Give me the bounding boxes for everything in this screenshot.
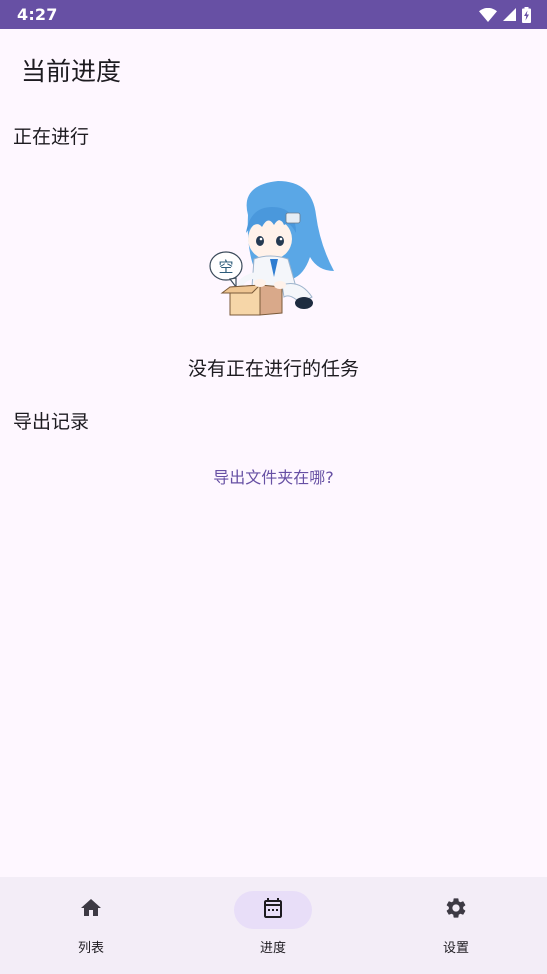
status-time: 4:27 <box>17 5 58 24</box>
bottom-navigation: 列表 进度 设置 <box>0 877 547 974</box>
status-bar: 4:27 <box>0 0 547 29</box>
battery-charging-icon <box>522 6 531 23</box>
empty-state-illustration: 空 <box>200 175 346 321</box>
nav-label-settings: 设置 <box>442 941 469 956</box>
empty-state-message: 没有正在进行的任务 <box>187 358 359 380</box>
nav-indicator <box>417 891 495 929</box>
status-icons <box>479 6 531 23</box>
nav-item-settings[interactable]: 设置 <box>365 877 547 974</box>
nav-label-progress: 进度 <box>259 941 286 956</box>
gear-icon <box>444 896 468 924</box>
wifi-icon <box>479 7 497 22</box>
calendar-icon <box>261 896 285 924</box>
export-folder-link[interactable]: 导出文件夹在哪? <box>0 464 547 488</box>
nav-indicator <box>52 891 130 929</box>
nav-label-list: 列表 <box>77 941 104 956</box>
page-title: 当前进度 <box>21 57 122 86</box>
export-section-heading: 导出记录 <box>13 411 90 433</box>
running-section-heading: 正在进行 <box>13 126 90 148</box>
nav-item-progress[interactable]: 进度 <box>182 877 364 974</box>
nav-active-indicator <box>234 891 312 929</box>
home-icon <box>79 896 103 924</box>
empty-bubble-text: 空 <box>218 258 233 276</box>
cellular-signal-icon <box>503 8 516 21</box>
nav-item-list[interactable]: 列表 <box>0 877 182 974</box>
